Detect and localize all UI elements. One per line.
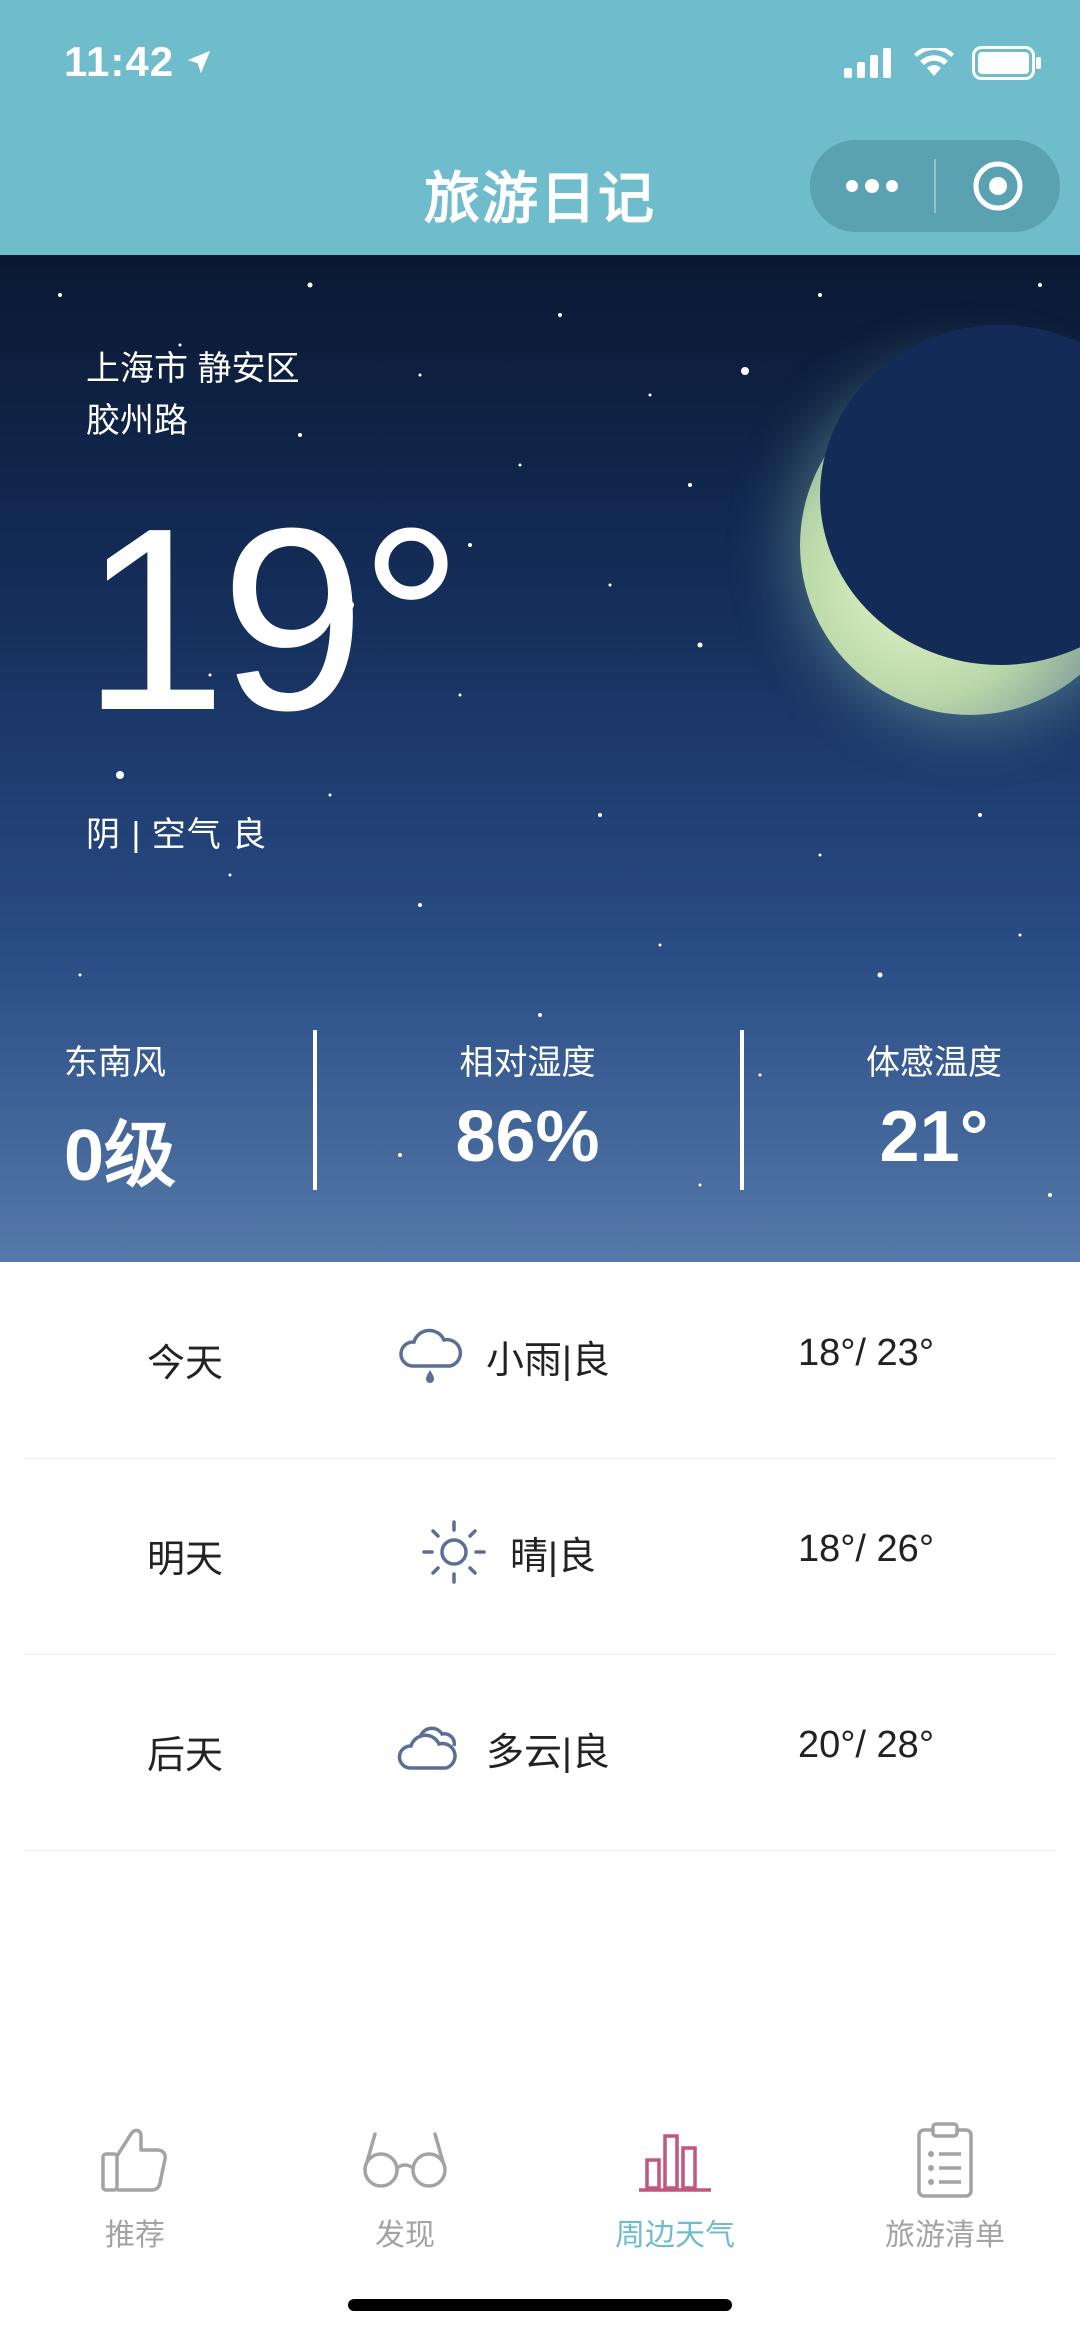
bar-chart-icon [639,2134,711,2192]
forecast-day: 明天 [146,1539,223,1581]
close-program-button[interactable] [936,140,1060,232]
sun-icon [422,1520,486,1584]
tab-label: 推荐 [105,2219,165,2252]
wifi-icon [914,48,954,76]
status-icons [844,46,1042,80]
cloudy-icon [397,1726,457,1770]
forecast-condition-text: 晴|良 [510,1535,596,1578]
tab-label: 周边天气 [615,2219,735,2252]
feels-like-value: 21° [879,1097,989,1177]
tab-travel-list[interactable]: 旅游清单 [810,2120,1080,2254]
mini-program-capsule [810,140,1060,232]
tab-recommend[interactable]: 推荐 [0,2120,270,2254]
current-temperature: 19° [82,475,463,765]
stat-divider [740,1030,744,1190]
forecast-condition: 晴|良 [418,1516,596,1588]
humidity-stat: 相对湿度 86% [420,1035,635,1178]
signal-icon [844,48,891,78]
forecast-row[interactable]: 今天 小雨|良 18°/ 23° [24,1262,1056,1459]
home-indicator [348,2299,732,2311]
tab-discover[interactable]: 发现 [270,2120,540,2254]
wind-label: 东南风 [64,1044,166,1082]
wind-value: 0级 [64,1116,177,1196]
more-dots-icon [846,179,898,193]
thumbs-up-icon [101,2128,167,2192]
forecast-temp-range: 20°/ 28° [797,1724,935,1766]
forecast-row[interactable]: 明天 晴|良 18°/ 26° [24,1458,1056,1655]
forecast-condition: 多云|良 [394,1712,610,1784]
clipboard-list-icon [917,2122,973,2198]
forecast-condition: 小雨|良 [394,1320,610,1392]
forecast-condition-text: 小雨|良 [486,1339,610,1382]
forecast-temp-range: 18°/ 23° [797,1332,935,1374]
current-weather-panel: 上海市 静安区 胶州路 19° 阴 | 空气 良 东南风 0级 相对湿度 86%… [0,255,1080,1262]
humidity-value: 86% [455,1097,600,1177]
weather-description: 阴 | 空气 良 [86,816,268,854]
tab-nearby-weather[interactable]: 周边天气 [540,2120,810,2254]
tab-label: 发现 [375,2219,435,2252]
tab-label: 旅游清单 [885,2219,1005,2252]
bottom-tab-bar: 推荐 发现 周边天气 旅游清单 [0,2090,1080,2339]
wind-stat: 东南风 0级 [64,1035,176,1201]
glasses-icon [363,2132,447,2188]
rain-cloud-icon [399,1328,463,1383]
status-bar: 11:42 [0,0,1080,120]
status-time: 11:42 [64,38,214,86]
location: 上海市 静安区 胶州路 [86,343,299,447]
location-street: 胶州路 [86,402,188,440]
location-city: 上海市 静安区 [86,350,300,388]
forecast-row[interactable]: 后天 多云|良 20°/ 28° [24,1654,1056,1851]
more-button[interactable] [810,140,934,232]
forecast-day: 后天 [146,1735,223,1777]
feels-like-stat: 体感温度 21° [854,1035,1014,1178]
feels-like-label: 体感温度 [866,1044,1002,1082]
forecast-day: 今天 [146,1343,223,1385]
humidity-label: 相对湿度 [459,1044,596,1082]
stat-divider [313,1030,317,1190]
navigation-bar: 旅游日记 [0,120,1080,255]
status-time-text: 11:42 [64,38,175,85]
battery-icon [972,46,1041,80]
forecast-condition-text: 多云|良 [486,1731,610,1774]
forecast-temp-range: 18°/ 26° [797,1528,935,1570]
target-circle-icon [973,161,1023,211]
location-arrow-icon [187,50,211,74]
